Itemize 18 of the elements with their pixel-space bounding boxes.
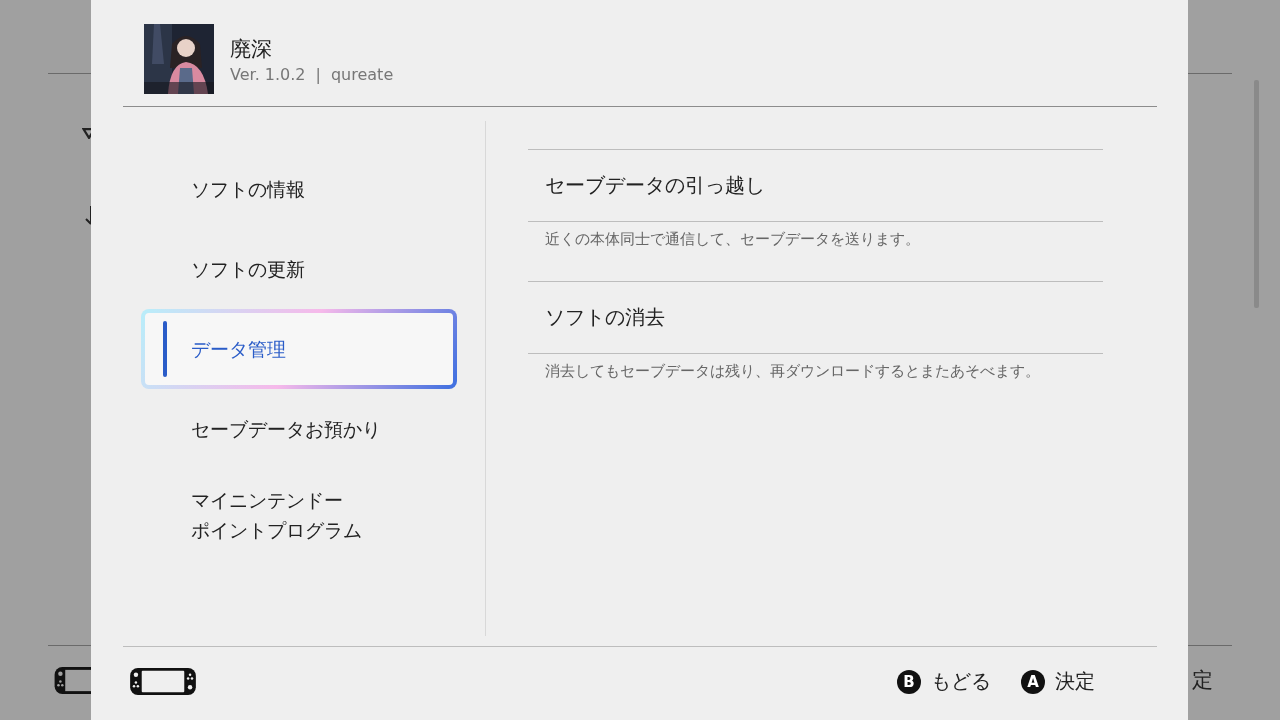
footer-button[interactable]: B もどる <box>897 668 991 695</box>
menu-item[interactable]: マイニンテンドー ポイントプログラム <box>141 469 457 562</box>
menu-item[interactable]: ソフトの更新 <box>141 229 457 309</box>
hint-label: 定 <box>1192 667 1213 694</box>
arrow-icon <box>84 206 94 226</box>
footer-button[interactable]: A 決定 <box>1021 668 1095 695</box>
option-description: 消去してもセーブデータは残り、再ダウンロードするとまたあそべます。 <box>544 361 1041 382</box>
version-text: Ver. 1.0.2 <box>230 64 306 84</box>
console-icon <box>53 666 91 695</box>
game-title: 廃深 <box>230 35 273 63</box>
separator: | <box>315 64 321 84</box>
menu-item[interactable]: ソフトの情報 <box>141 149 457 229</box>
option-title[interactable]: セーブデータの引っ越し <box>528 149 1103 222</box>
publisher-name: qureate <box>330 64 394 84</box>
console-icon <box>128 667 198 696</box>
option-title[interactable]: ソフトの消去 <box>528 281 1103 354</box>
menu-item[interactable]: セーブデータお預かり <box>141 389 457 469</box>
option-description: 近くの本体同士で通信して、セーブデータを送ります。 <box>544 229 921 250</box>
